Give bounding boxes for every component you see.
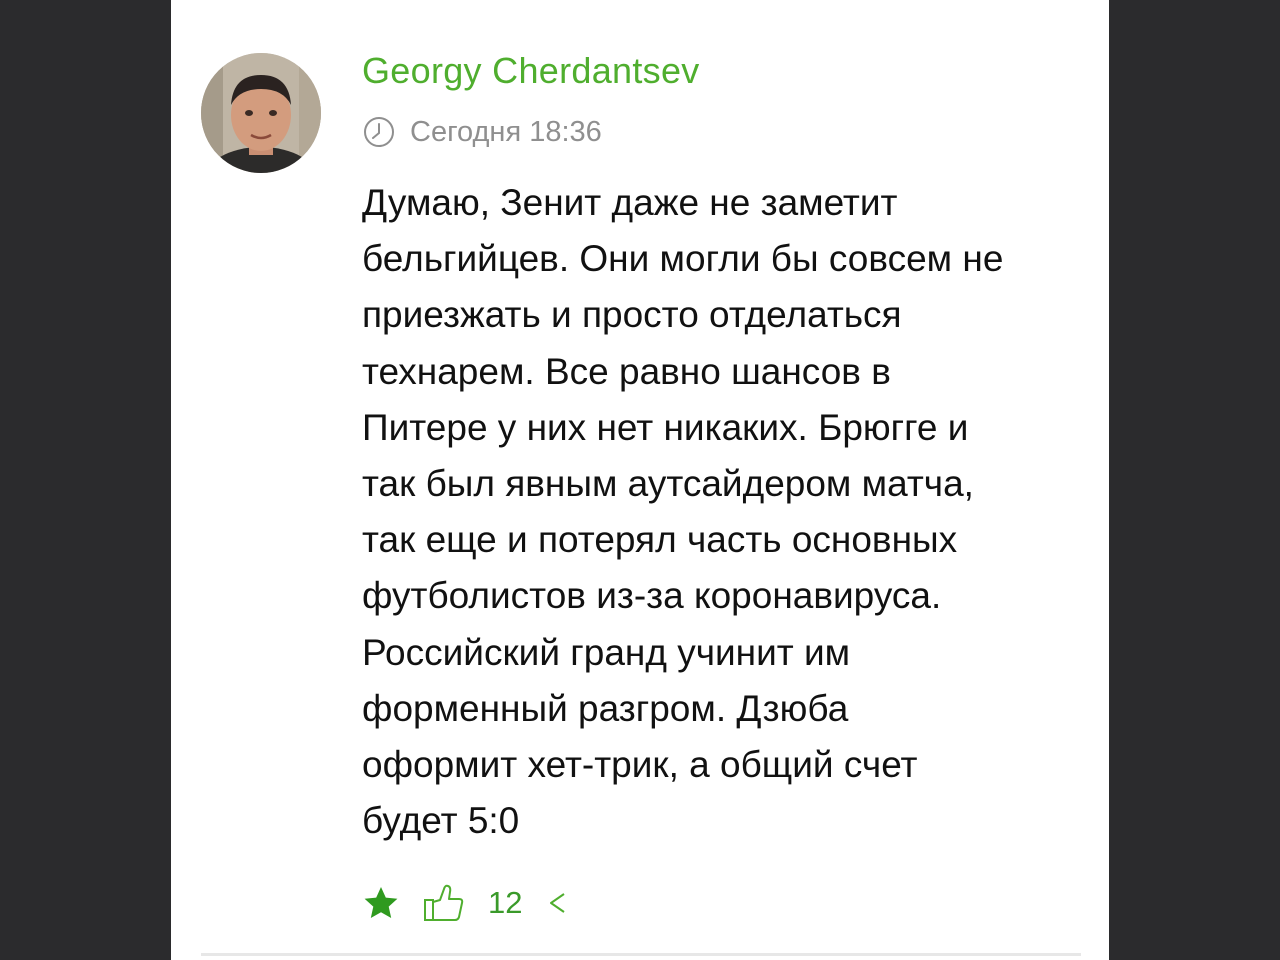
comment-meta: Сегодня 18:36 <box>362 114 602 150</box>
comment-line: Думаю, Зенит даже не заметит <box>362 182 898 223</box>
clock-icon <box>364 117 394 147</box>
comment-line: технарем. Все равно шансов в <box>362 350 891 392</box>
page: Georgy Cherdantsev Сегодня 18:36 Думаю, … <box>0 0 1280 960</box>
comment-line: Питере у них нет никаких. Брюгге и <box>362 406 969 448</box>
comment-body: Думаю, Зенит даже не заметит бельгийцев.… <box>362 175 1092 849</box>
avatar-photo <box>201 53 321 173</box>
comment-line: приезжать и просто отделаться <box>362 294 902 336</box>
like-count: 12 <box>488 885 523 920</box>
avatar[interactable] <box>201 53 321 173</box>
author-name[interactable]: Georgy Cherdantsev <box>362 50 700 92</box>
comment-line: оформит хет-трик, а общий счет <box>362 744 918 786</box>
thumbs-up-icon[interactable] <box>422 881 466 925</box>
star-icon[interactable] <box>362 884 400 922</box>
share-icon[interactable] <box>544 889 572 917</box>
comment-line: Российский гранд учинит им <box>362 631 851 673</box>
comment-line: форменный разгром. Дзюба <box>362 687 849 729</box>
comment-line: футболистов из-за коронавируса. <box>362 575 942 617</box>
comment-line: будет 5:0 <box>362 800 520 842</box>
comment-line: так еще и потерял часть основных <box>362 519 958 561</box>
divider <box>201 953 1081 956</box>
comment-card: Georgy Cherdantsev Сегодня 18:36 Думаю, … <box>171 0 1109 960</box>
comment-line: бельгийцев. Они могли бы совсем не <box>362 238 1004 280</box>
comment-line: так был явным аутсайдером матча, <box>362 463 974 505</box>
comment-actions: 12 <box>362 878 572 928</box>
timestamp: Сегодня 18:36 <box>410 115 602 148</box>
